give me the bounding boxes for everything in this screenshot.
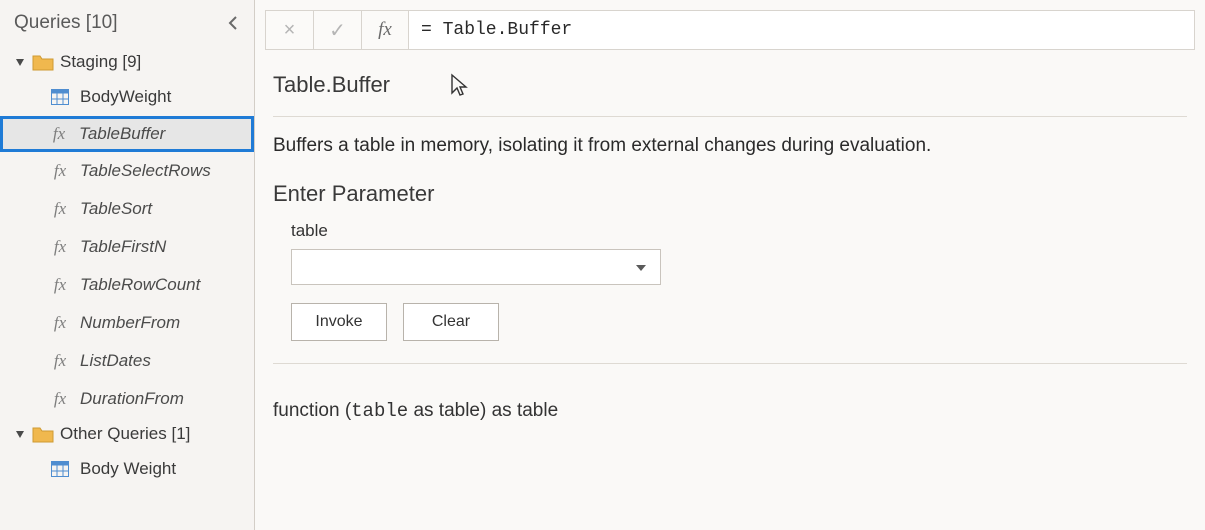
fx-icon: fx	[50, 389, 70, 409]
enter-parameter-heading: Enter Parameter	[273, 181, 1187, 221]
query-label: TableSort	[80, 199, 152, 219]
query-item-tablerowcount[interactable]: fx TableRowCount	[0, 266, 254, 304]
queries-sidebar: Queries [10] Staging [9]	[0, 0, 255, 530]
fx-icon: fx	[50, 237, 70, 257]
signature-suffix: as table) as table	[408, 400, 558, 421]
signature-param: table	[351, 400, 408, 422]
query-item-tablefirstn[interactable]: fx TableFirstN	[0, 228, 254, 266]
fx-icon: fx	[50, 161, 70, 181]
folder-icon	[32, 425, 54, 443]
check-icon: ✓	[329, 18, 346, 43]
fx-icon: fx	[378, 19, 392, 41]
param-label-table: table	[273, 221, 1187, 249]
group-other-queries[interactable]: Other Queries [1]	[0, 418, 254, 450]
query-item-bodyweight[interactable]: BodyWeight	[0, 78, 254, 116]
main-panel: × ✓ fx Table.Buffer Buffers a table in m…	[255, 0, 1205, 530]
table-parameter-select[interactable]	[291, 249, 661, 285]
query-label: TableBuffer	[79, 124, 165, 144]
query-item-durationfrom[interactable]: fx DurationFrom	[0, 380, 254, 418]
table-icon	[50, 89, 70, 105]
group-staging[interactable]: Staging [9]	[0, 46, 254, 78]
function-title: Table.Buffer	[273, 72, 390, 98]
expand-icon	[14, 429, 26, 439]
divider	[273, 116, 1187, 117]
query-label: Body Weight	[80, 459, 176, 479]
query-item-tablebuffer[interactable]: fx TableBuffer	[0, 116, 254, 152]
group-label: Staging [9]	[60, 52, 141, 72]
signature-prefix: function (	[273, 400, 351, 421]
function-description: Buffers a table in memory, isolating it …	[273, 135, 1187, 181]
queries-header: Queries [10]	[0, 6, 254, 46]
query-item-tablesort[interactable]: fx TableSort	[0, 190, 254, 228]
query-item-numberfrom[interactable]: fx NumberFrom	[0, 304, 254, 342]
fx-icon: fx	[50, 351, 70, 371]
formula-input[interactable]	[409, 10, 1195, 50]
fx-icon: fx	[50, 313, 70, 333]
table-icon	[50, 461, 70, 477]
query-label: TableFirstN	[80, 237, 166, 257]
cancel-button[interactable]: ×	[265, 10, 313, 50]
queries-tree: Staging [9] BodyWeight fx TableBuffer fx…	[0, 46, 254, 498]
query-label: NumberFrom	[80, 313, 180, 333]
expand-icon	[14, 57, 26, 67]
fx-button[interactable]: fx	[361, 10, 409, 50]
query-label: TableRowCount	[80, 275, 200, 295]
folder-icon	[32, 53, 54, 71]
close-icon: ×	[284, 19, 296, 42]
collapse-icon[interactable]	[226, 14, 240, 32]
function-info: Table.Buffer Buffers a table in memory, …	[255, 58, 1205, 530]
divider	[273, 363, 1187, 364]
query-item-tableselectrows[interactable]: fx TableSelectRows	[0, 152, 254, 190]
clear-button[interactable]: Clear	[403, 303, 499, 341]
fx-icon: fx	[50, 199, 70, 219]
formula-bar: × ✓ fx	[255, 0, 1205, 58]
fx-icon: fx	[49, 124, 69, 144]
query-label: TableSelectRows	[80, 161, 211, 181]
invoke-button[interactable]: Invoke	[291, 303, 387, 341]
commit-button[interactable]: ✓	[313, 10, 361, 50]
queries-title: Queries [10]	[14, 12, 118, 34]
fx-icon: fx	[50, 275, 70, 295]
query-label: ListDates	[80, 351, 151, 371]
query-label: BodyWeight	[80, 87, 171, 107]
group-label: Other Queries [1]	[60, 424, 190, 444]
query-label: DurationFrom	[80, 389, 184, 409]
function-signature: function (table as table) as table	[273, 382, 1187, 422]
query-item-body-weight[interactable]: Body Weight	[0, 450, 254, 488]
query-item-listdates[interactable]: fx ListDates	[0, 342, 254, 380]
cursor-icon	[450, 73, 468, 97]
